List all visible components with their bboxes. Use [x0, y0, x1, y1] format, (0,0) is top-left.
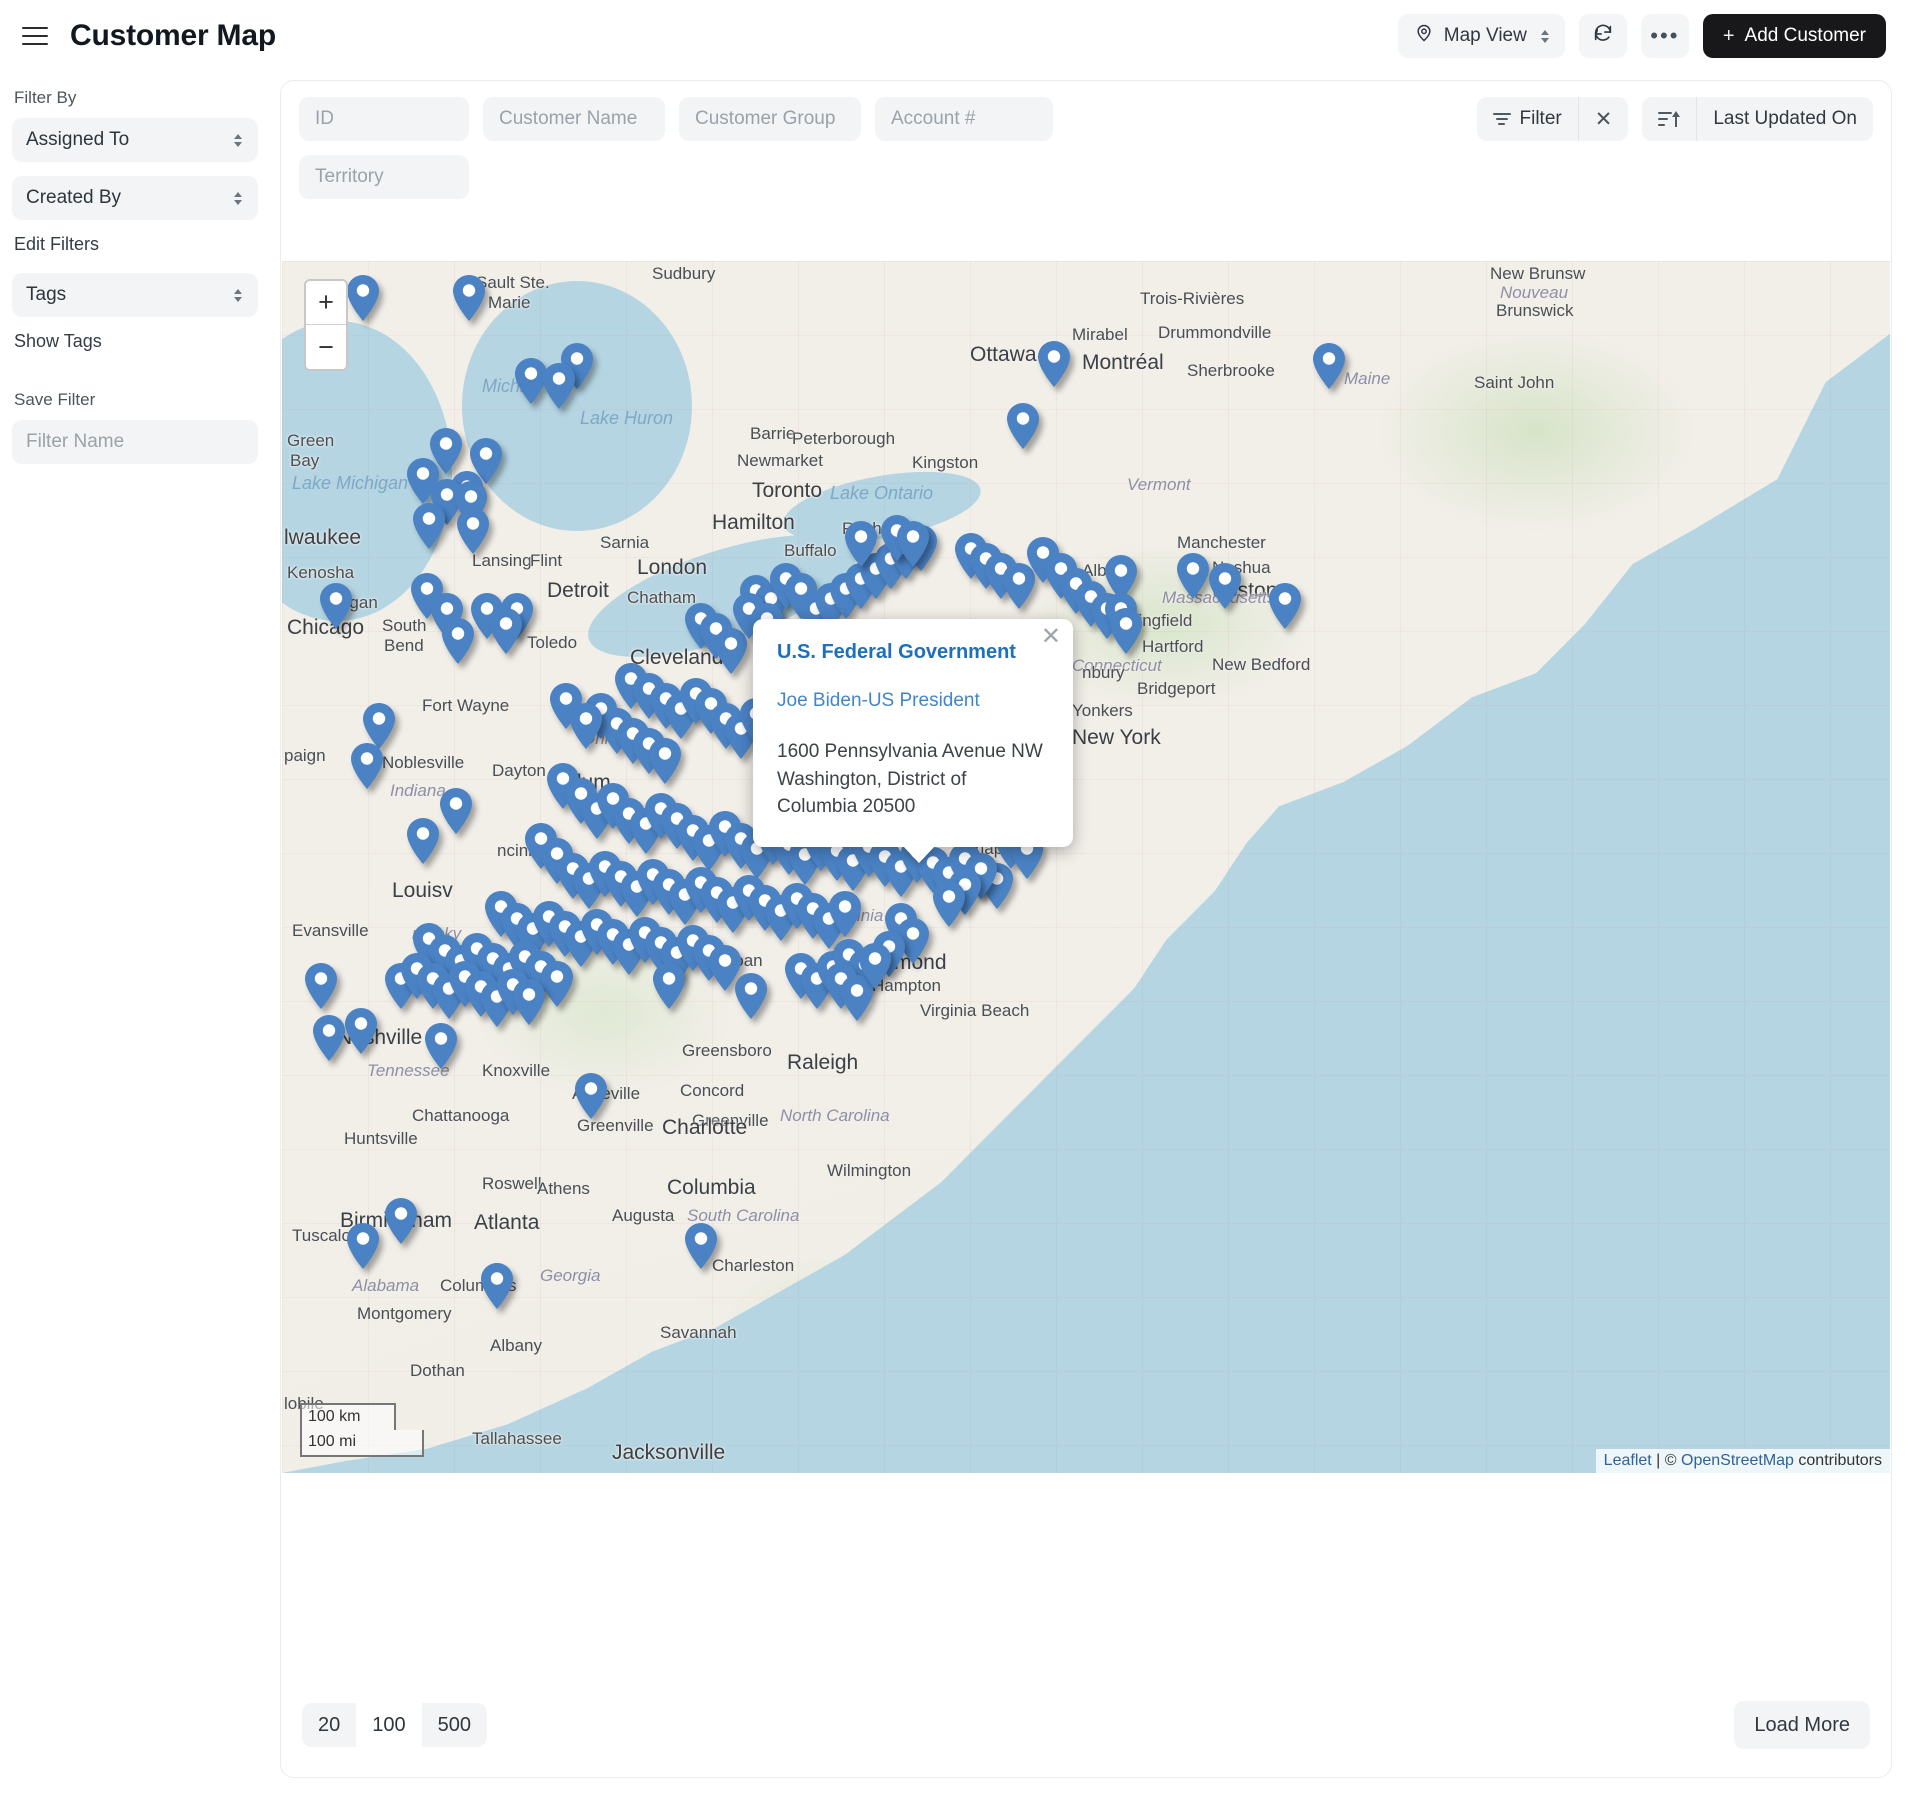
filter-sidebar: Filter By Assigned To Created By Edit Fi… [0, 72, 272, 1801]
filter-account-input[interactable] [875, 97, 1053, 141]
map-pin-icon [1414, 23, 1434, 49]
filter-customer-name-input[interactable] [483, 97, 665, 141]
map-attribution: Leaflet | © OpenStreetMap contributors [1595, 1449, 1890, 1473]
chevron-updown-icon [234, 288, 242, 302]
top-bar-actions: Map View ••• + Add Customer [1397, 14, 1886, 58]
tags-label: Tags [26, 284, 67, 305]
filter-toolbar: Filter ✕ [281, 81, 1891, 141]
ellipsis-icon: ••• [1650, 23, 1680, 48]
zoom-controls[interactable]: + − [304, 279, 348, 371]
refresh-button[interactable] [1578, 14, 1627, 58]
filter-group: Filter ✕ [1476, 97, 1629, 141]
popup-close-icon[interactable]: ✕ [1041, 625, 1061, 649]
leaflet-map[interactable]: Sudbury Trois-Rivières Ottawa Mirabel Drummo… [282, 261, 1890, 1473]
scale-km-label: 100 km [300, 1403, 396, 1430]
assigned-to-label: Assigned To [26, 129, 130, 150]
popup-address: 1600 Pennsylvania Avenue NW Washington, … [777, 738, 1049, 821]
hamburger-icon[interactable] [22, 23, 52, 49]
map-footer: 20 100 500 Load More [282, 1673, 1890, 1777]
sort-group: Last Updated On [1642, 97, 1873, 141]
filter-name-input[interactable] [12, 420, 258, 464]
scale-mi-label: 100 mi [300, 1430, 424, 1457]
page-title: Customer Map [70, 19, 276, 52]
openstreetmap-link[interactable]: OpenStreetMap [1681, 1452, 1794, 1469]
created-by-label: Created By [26, 187, 122, 208]
plus-icon: + [1722, 24, 1735, 47]
popup-title: U.S. Federal Government [777, 641, 1016, 663]
popup-address-line1: 1600 Pennsylvania Avenue NW [777, 741, 1043, 762]
add-customer-label: Add Customer [1744, 25, 1866, 46]
leaflet-link[interactable]: Leaflet [1604, 1452, 1652, 1469]
filter-customer-group-input[interactable] [679, 97, 861, 141]
refresh-icon [1592, 22, 1614, 50]
popup-tip [903, 845, 935, 863]
filter-toolbar-right: Filter ✕ Last Updated On [1476, 97, 1873, 141]
attribution-suffix: contributors [1793, 1452, 1882, 1469]
filter-territory-input[interactable] [299, 155, 469, 199]
filter-button[interactable]: Filter [1477, 97, 1578, 141]
map-scale-bar: 100 km 100 mi [300, 1403, 424, 1457]
add-customer-button[interactable]: + Add Customer [1702, 14, 1886, 58]
clear-filter-button[interactable]: ✕ [1579, 97, 1629, 141]
close-icon: ✕ [1594, 107, 1613, 131]
popup-address-line2: Washington, District of Columbia 20500 [777, 768, 967, 818]
filter-by-label: Filter By [14, 88, 77, 107]
assigned-to-select[interactable]: Assigned To [12, 118, 258, 162]
zoom-in-button[interactable]: + [306, 281, 346, 325]
sort-direction-button[interactable] [1642, 97, 1696, 141]
filter-id-input[interactable] [299, 97, 469, 141]
created-by-select[interactable]: Created By [12, 176, 258, 220]
page-size-selector[interactable]: 20 100 500 [302, 1703, 487, 1747]
top-bar: Customer Map Map View ••• + Add Customer [0, 0, 1908, 72]
sort-ascending-icon [1658, 110, 1681, 128]
more-options-button[interactable]: ••• [1640, 14, 1689, 58]
customer-map-page: Customer Map Map View ••• + Add Customer… [0, 0, 1908, 1801]
tags-select[interactable]: Tags [12, 273, 258, 317]
filter-icon [1492, 113, 1511, 125]
popup-contact-link[interactable]: Joe Biden-US President [777, 690, 1049, 712]
load-more-button[interactable]: Load More [1734, 1701, 1870, 1749]
page-size-option-500[interactable]: 500 [422, 1703, 487, 1747]
show-tags-link[interactable]: Show Tags [14, 331, 258, 352]
main-panel: Filter ✕ [272, 72, 1908, 1801]
sort-field-label: Last Updated On [1713, 108, 1857, 129]
chevron-updown-icon [234, 191, 242, 205]
map-card: Filter ✕ [280, 80, 1892, 1778]
attribution-separator: | © [1651, 1452, 1681, 1469]
edit-filters-link[interactable]: Edit Filters [14, 234, 258, 255]
filter-button-label: Filter [1519, 108, 1562, 129]
map-view-label: Map View [1443, 25, 1527, 46]
page-size-option-100[interactable]: 100 [356, 1703, 422, 1747]
map-view-switcher[interactable]: Map View [1397, 14, 1565, 58]
marker-popup[interactable]: ✕ U.S. Federal Government Joe Biden-US P… [753, 619, 1073, 863]
map-road-grid [282, 261, 1890, 1473]
chevron-updown-icon [1540, 29, 1549, 43]
save-filter-label: Save Filter [14, 390, 96, 409]
page-size-option-20[interactable]: 20 [302, 1703, 356, 1747]
filter-toolbar-second-row [281, 141, 1891, 199]
sort-field-button[interactable]: Last Updated On [1697, 97, 1873, 141]
chevron-updown-icon [234, 133, 242, 147]
zoom-out-button[interactable]: − [306, 325, 346, 369]
